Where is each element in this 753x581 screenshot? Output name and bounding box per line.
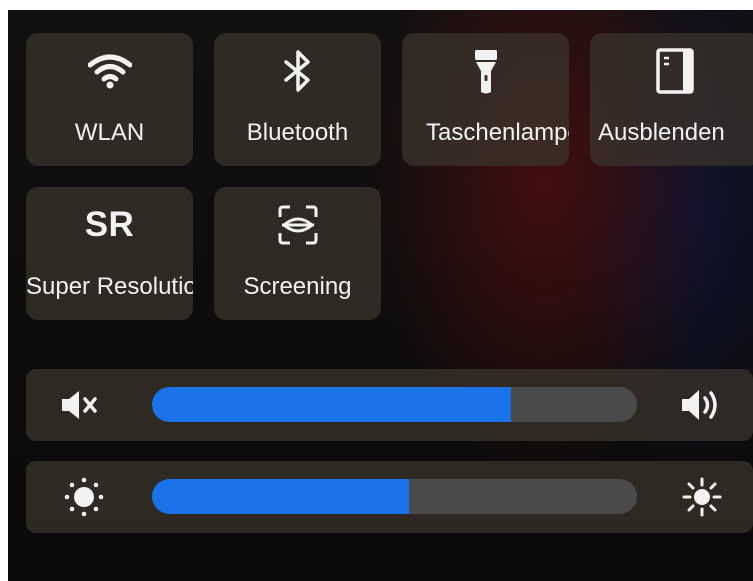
- super-resolution-tile[interactable]: SR Super Resolution: [26, 187, 193, 320]
- wifi-icon: [26, 47, 193, 95]
- flashlight-tile[interactable]: Taschenlampe: [402, 33, 569, 166]
- wlan-tile[interactable]: WLAN: [26, 33, 193, 166]
- volume-slider-panel: [26, 369, 753, 441]
- volume-high-icon[interactable]: [679, 383, 723, 427]
- super-resolution-label: Super Resolution: [26, 273, 193, 300]
- quick-settings-panel: WLAN Bluetooth Taschenlampe Ausblenden S…: [8, 10, 753, 581]
- super-resolution-icon: SR: [26, 201, 193, 249]
- screening-label: Screening: [243, 273, 352, 300]
- bluetooth-icon: [214, 47, 381, 95]
- hide-tile[interactable]: Ausblenden: [590, 33, 753, 166]
- hide-panel-icon: [590, 47, 753, 95]
- brightness-low-icon[interactable]: [62, 475, 106, 519]
- bluetooth-tile[interactable]: Bluetooth: [214, 33, 381, 166]
- flashlight-label: Taschenlampe: [426, 119, 569, 146]
- screening-icon: [214, 201, 381, 249]
- brightness-slider[interactable]: [152, 479, 637, 514]
- sr-text: SR: [84, 205, 135, 244]
- volume-slider-fill: [152, 387, 511, 422]
- brightness-slider-panel: [26, 461, 753, 533]
- brightness-high-icon[interactable]: [680, 475, 724, 519]
- wlan-label: WLAN: [74, 119, 145, 146]
- screening-tile[interactable]: Screening: [214, 187, 381, 320]
- brightness-slider-fill: [152, 479, 410, 514]
- flashlight-icon: [402, 47, 569, 95]
- volume-slider[interactable]: [152, 387, 637, 422]
- hide-label: Ausblenden: [598, 119, 725, 146]
- bluetooth-label: Bluetooth: [246, 119, 349, 146]
- volume-mute-icon[interactable]: [58, 383, 102, 427]
